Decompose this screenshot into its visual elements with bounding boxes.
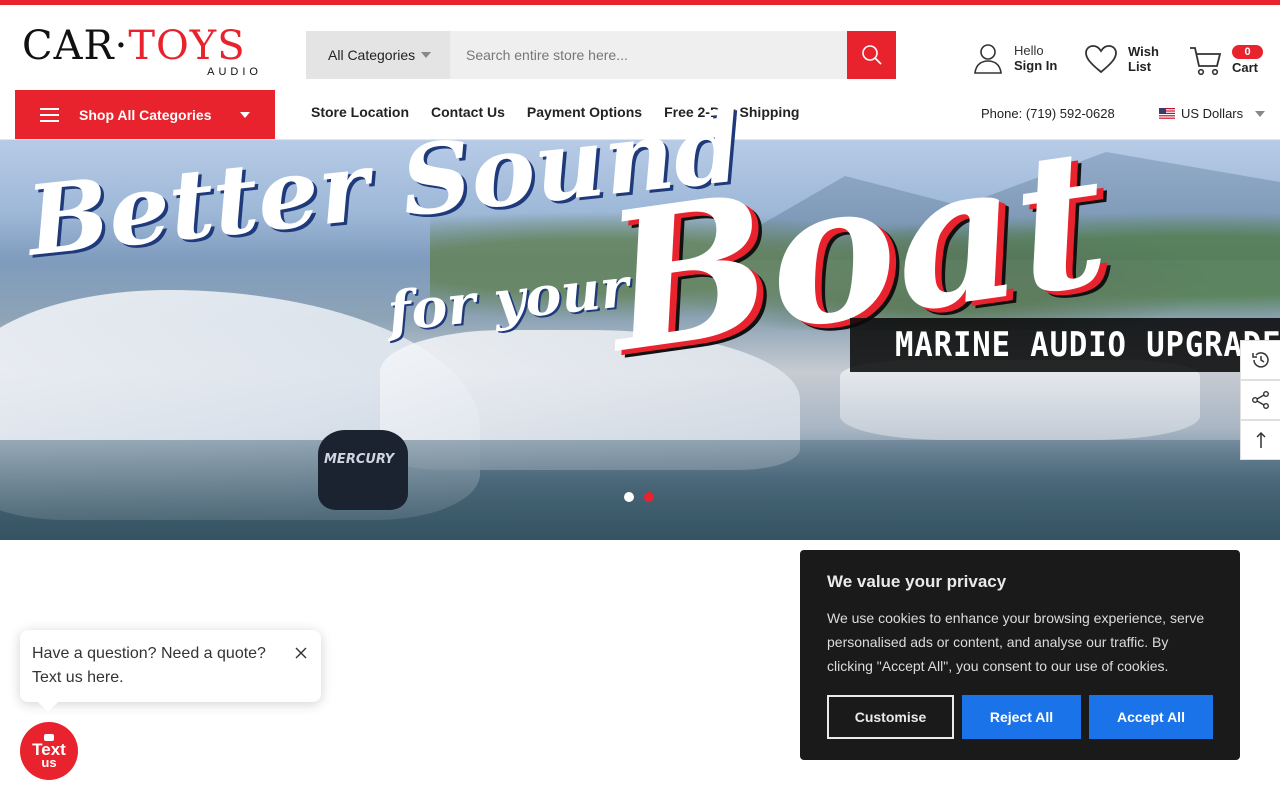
logo-toys: TOYS bbox=[128, 23, 246, 69]
menu-icon bbox=[40, 108, 59, 122]
history-icon bbox=[1251, 352, 1269, 368]
heart-icon bbox=[1085, 45, 1117, 74]
us-flag-icon bbox=[1159, 108, 1175, 119]
cookie-consent-dialog: We value your privacy We use cookies to … bbox=[800, 550, 1240, 760]
search-button[interactable] bbox=[847, 31, 896, 79]
search-icon bbox=[861, 45, 882, 65]
share-button[interactable] bbox=[1240, 380, 1280, 420]
hero-boat bbox=[840, 360, 1200, 440]
account-link[interactable]: Hello Sign In bbox=[972, 42, 1057, 74]
sign-in-label: Sign In bbox=[1014, 58, 1058, 73]
chat-prompt-bubble[interactable]: Have a question? Need a quote? Text us h… bbox=[20, 630, 321, 712]
slider-dots bbox=[624, 492, 664, 502]
slider-dot-1[interactable] bbox=[624, 492, 634, 502]
hero-motor-label: MERCURY bbox=[324, 452, 395, 467]
cookie-title: We value your privacy bbox=[827, 572, 1007, 591]
text-us-label-2: us bbox=[41, 755, 57, 770]
slider-dot-2[interactable] bbox=[644, 492, 654, 502]
hero-outboard-motor bbox=[318, 430, 408, 510]
customise-button[interactable]: Customise bbox=[827, 695, 954, 739]
currency-selector[interactable]: US Dollars bbox=[1159, 106, 1266, 121]
close-icon bbox=[295, 647, 307, 659]
arrow-up-icon bbox=[1255, 431, 1266, 448]
cookie-buttons: Customise Reject All Accept All bbox=[827, 695, 1213, 739]
logo-subtitle: AUDIO bbox=[207, 66, 262, 78]
caret-down-icon bbox=[240, 112, 250, 118]
cart-icon bbox=[1190, 47, 1222, 76]
cart-link[interactable]: 0 Cart bbox=[1188, 42, 1268, 78]
search-input[interactable] bbox=[450, 31, 847, 79]
reject-all-button[interactable]: Reject All bbox=[962, 695, 1081, 739]
cookie-body: We use cookies to enhance your browsing … bbox=[827, 610, 1205, 674]
caret-down-icon bbox=[1255, 110, 1266, 117]
category-select-label: All Categories bbox=[328, 47, 416, 63]
share-icon bbox=[1251, 391, 1269, 409]
wishlist-label-1: Wish bbox=[1128, 44, 1159, 59]
top-accent-bar bbox=[0, 0, 1280, 5]
chat-message: Have a question? Need a quote? Text us h… bbox=[32, 645, 266, 686]
category-select[interactable]: All Categories bbox=[306, 31, 450, 79]
account-greeting: Hello bbox=[1014, 43, 1044, 58]
wishlist-label-2: List bbox=[1128, 59, 1152, 74]
shop-all-label: Shop All Categories bbox=[79, 107, 212, 123]
cart-label: Cart bbox=[1232, 60, 1259, 75]
shop-all-categories-button[interactable]: Shop All Categories bbox=[15, 90, 275, 140]
logo-wordmark: CAR·TOYS bbox=[22, 26, 264, 66]
hero-band-text: MARINE AUDIO UPGRADES bbox=[895, 325, 1280, 365]
logo-car: CAR bbox=[22, 23, 115, 69]
chat-close-button[interactable] bbox=[295, 644, 307, 663]
text-us-button[interactable]: Text us bbox=[20, 722, 78, 780]
hero-water bbox=[0, 440, 1280, 540]
wishlist-link[interactable]: Wish List bbox=[1084, 44, 1159, 74]
cart-count-badge: 0 bbox=[1232, 45, 1263, 59]
currency-label: US Dollars bbox=[1181, 106, 1244, 121]
recently-viewed-button[interactable] bbox=[1240, 340, 1280, 380]
back-to-top-button[interactable] bbox=[1240, 420, 1280, 460]
nav-store-location[interactable]: Store Location bbox=[311, 104, 409, 120]
user-icon bbox=[974, 44, 1002, 74]
site-logo[interactable]: CAR·TOYS AUDIO bbox=[22, 26, 264, 78]
logo-dot: · bbox=[114, 23, 129, 69]
side-tools bbox=[1240, 340, 1280, 460]
search-bar: All Categories bbox=[306, 31, 896, 79]
caret-down-icon bbox=[421, 52, 432, 58]
accept-all-button[interactable]: Accept All bbox=[1089, 695, 1213, 739]
